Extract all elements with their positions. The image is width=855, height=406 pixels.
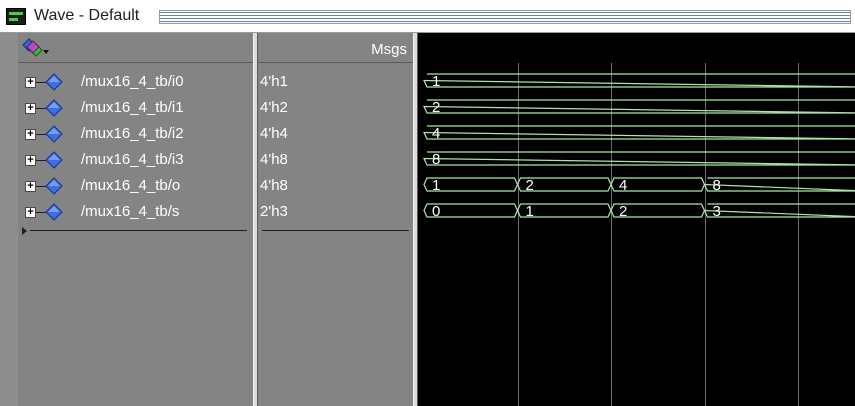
expand-plus-icon[interactable]: + bbox=[25, 181, 36, 192]
wave-segment-label: 8 bbox=[432, 151, 440, 168]
wave-segment-label: 3 bbox=[713, 203, 721, 220]
signal-value-row[interactable]: 4'h8 bbox=[258, 173, 413, 199]
wave-segment-label: 1 bbox=[432, 177, 440, 194]
title-grip[interactable] bbox=[159, 10, 851, 24]
signal-value: 4'h8 bbox=[260, 177, 288, 194]
insert-signal-icon[interactable] bbox=[21, 37, 51, 59]
signal-diamond-icon bbox=[45, 177, 63, 195]
signal-diamond-icon bbox=[45, 73, 63, 91]
signal-value: 4'h2 bbox=[260, 99, 288, 116]
wave-segment-label: 1 bbox=[432, 73, 440, 90]
expand-plus-icon[interactable]: + bbox=[25, 155, 36, 166]
signal-value: 4'h8 bbox=[260, 151, 288, 168]
left-margin-strip bbox=[0, 33, 18, 406]
signal-value-row[interactable]: 4'h8 bbox=[258, 147, 413, 173]
signal-value: 4'h1 bbox=[260, 73, 288, 90]
signal-name: /mux16_4_tb/o bbox=[81, 177, 181, 194]
name-pane-header bbox=[18, 33, 253, 63]
signal-value: 4'h4 bbox=[260, 125, 288, 142]
wave-segment-label: 0 bbox=[432, 203, 440, 220]
signal-row[interactable]: + /mux16_4_tb/i3 bbox=[18, 147, 253, 173]
value-list-underline bbox=[262, 230, 409, 231]
insertion-marker-icon bbox=[22, 227, 27, 235]
signal-diamond-icon bbox=[45, 125, 63, 143]
signal-row[interactable]: + /mux16_4_tb/i0 bbox=[18, 69, 253, 95]
signal-row[interactable]: + /mux16_4_tb/s bbox=[18, 199, 253, 225]
waveform-canvas[interactable]: 12481 2 4 80 1 2 3 bbox=[418, 33, 855, 406]
signal-value-row[interactable]: 4'h4 bbox=[258, 121, 413, 147]
name-list-underline bbox=[30, 230, 247, 231]
signal-diamond-icon bbox=[45, 151, 63, 169]
wave-segment[interactable] bbox=[423, 125, 855, 140]
wave-window: Wave - Default + /mux16_4_tb/i0 + /mux16_4_… bbox=[0, 0, 855, 406]
expand-plus-icon[interactable]: + bbox=[25, 129, 36, 140]
signal-name: /mux16_4_tb/i1 bbox=[81, 99, 184, 116]
wave-segment-label: 8 bbox=[713, 177, 721, 194]
wave-segment-label: 4 bbox=[432, 125, 440, 142]
value-pane-header: Msgs bbox=[258, 33, 413, 63]
wave-segment-label: 1 bbox=[526, 203, 534, 220]
msgs-column-header: Msgs bbox=[371, 41, 407, 58]
wave-segment[interactable] bbox=[423, 99, 855, 114]
signal-diamond-icon bbox=[45, 99, 63, 117]
signal-value-row[interactable]: 4'h1 bbox=[258, 69, 413, 95]
signal-row[interactable]: + /mux16_4_tb/o bbox=[18, 173, 253, 199]
signal-name: /mux16_4_tb/s bbox=[81, 203, 180, 220]
signal-name: /mux16_4_tb/i2 bbox=[81, 125, 184, 142]
wave-segment-label: 2 bbox=[526, 177, 534, 194]
wave-segment[interactable] bbox=[703, 177, 855, 192]
signal-value-row[interactable]: 2'h3 bbox=[258, 199, 413, 225]
wave-segment-label: 4 bbox=[619, 177, 627, 194]
wave-segment[interactable] bbox=[423, 73, 855, 88]
signal-name: /mux16_4_tb/i0 bbox=[81, 73, 184, 90]
title-bar[interactable]: Wave - Default bbox=[0, 0, 855, 33]
signal-diamond-icon bbox=[45, 203, 63, 221]
signal-value-pane: Msgs 4'h1 4'h2 4'h4 4'h8 4'h8 2'h3 bbox=[258, 33, 413, 406]
signal-row[interactable]: + /mux16_4_tb/i2 bbox=[18, 121, 253, 147]
window-title: Wave - Default bbox=[34, 7, 140, 24]
signal-name: /mux16_4_tb/i3 bbox=[81, 151, 184, 168]
signal-value: 2'h3 bbox=[260, 203, 288, 220]
waveform-pane[interactable]: 124812480123 bbox=[418, 33, 855, 406]
wave-segment[interactable] bbox=[423, 151, 855, 166]
wave-segment-label: 2 bbox=[432, 99, 440, 116]
signal-row[interactable]: + /mux16_4_tb/i1 bbox=[18, 95, 253, 121]
expand-plus-icon[interactable]: + bbox=[25, 207, 36, 218]
signal-name-pane: + /mux16_4_tb/i0 + /mux16_4_tb/i1 + /mux16_4_… bbox=[18, 33, 253, 406]
expand-plus-icon[interactable]: + bbox=[25, 77, 36, 88]
wave-segment-label: 2 bbox=[619, 203, 627, 220]
waveform-window-icon bbox=[6, 8, 26, 25]
expand-plus-icon[interactable]: + bbox=[25, 103, 36, 114]
signal-value-row[interactable]: 4'h2 bbox=[258, 95, 413, 121]
wave-segment[interactable] bbox=[703, 203, 855, 218]
